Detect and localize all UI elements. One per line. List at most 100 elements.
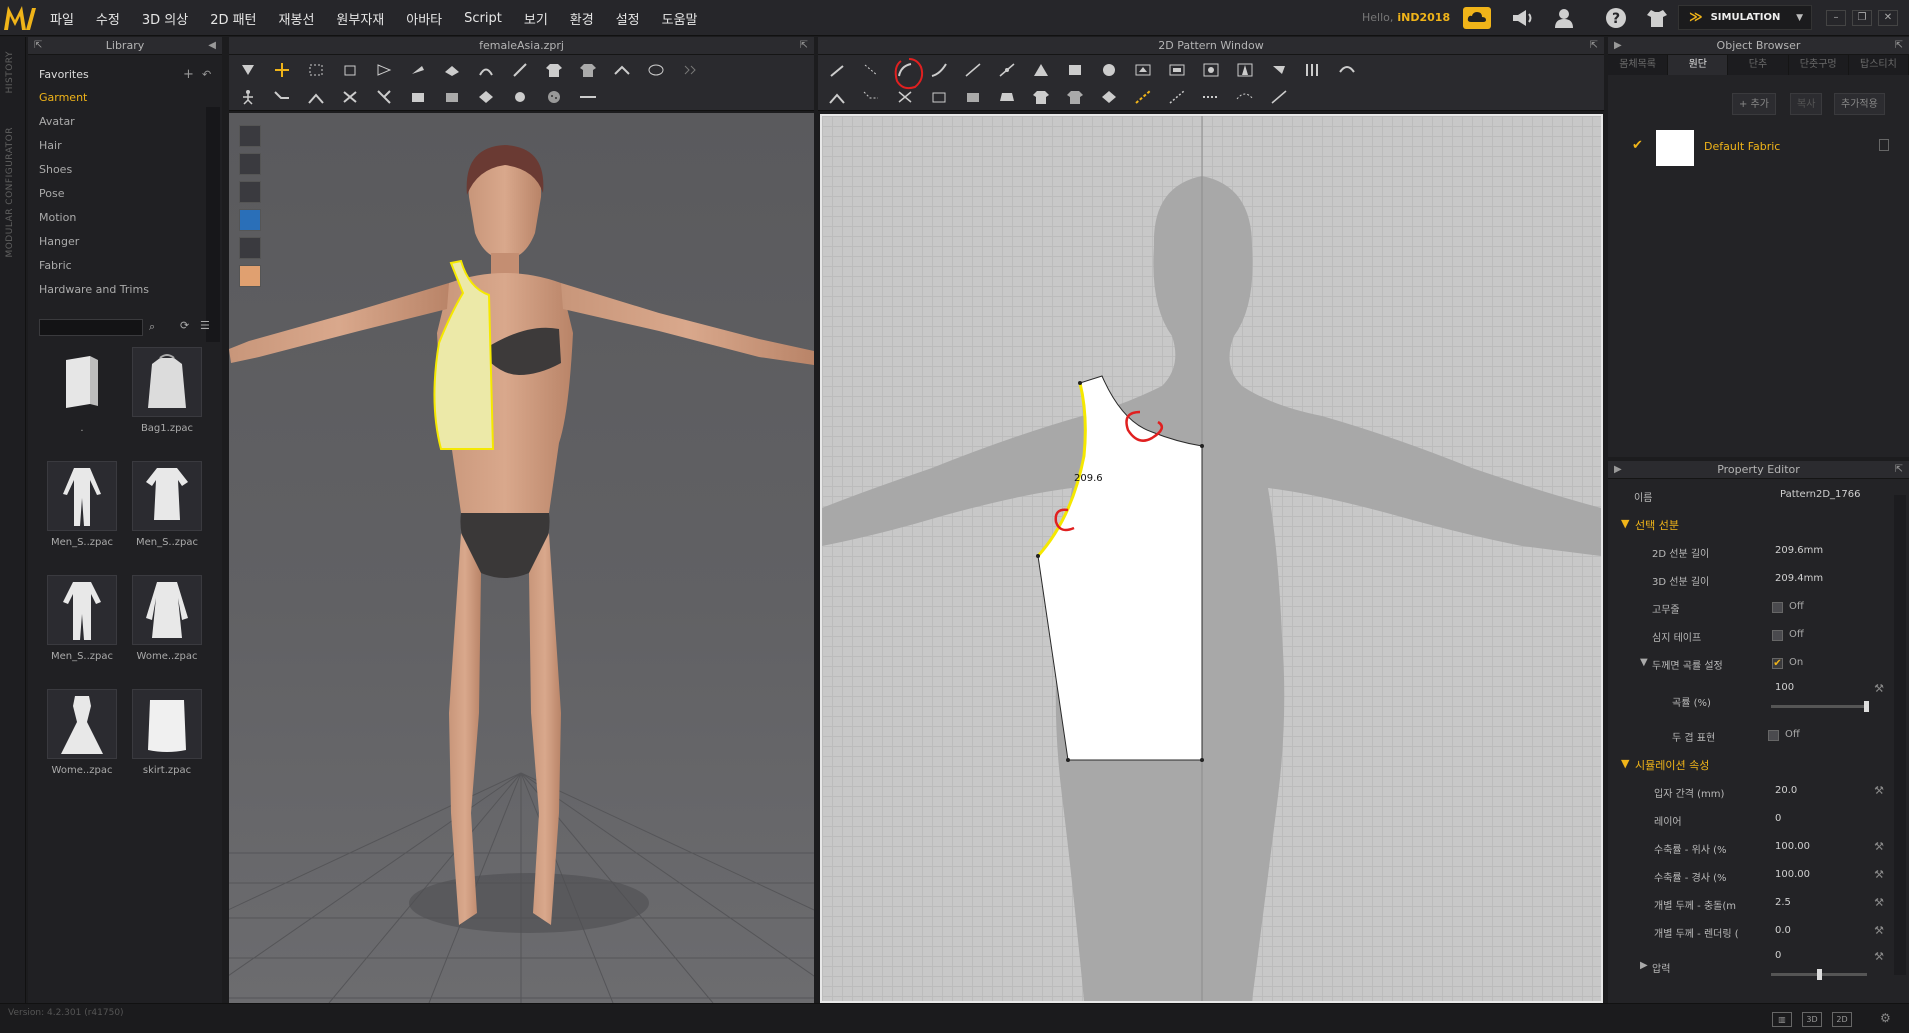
rectangle-icon[interactable] (1064, 61, 1086, 79)
split-view-icon[interactable]: ▥ (1772, 1012, 1792, 1027)
simulation-mode-dropdown[interactable]: ≫ SIMULATION ▼ (1678, 5, 1812, 30)
grading-icon[interactable] (1030, 88, 1052, 106)
curve-checkbox[interactable]: ✔ (1772, 658, 1783, 669)
collapse-arrow-icon[interactable]: ◀ (208, 37, 216, 55)
prop-2d-length-value[interactable]: 209.6mm (1775, 545, 1823, 556)
menu-settings[interactable]: 설정 (616, 9, 640, 28)
menu-help[interactable]: 도움말 (662, 9, 698, 28)
curvature-slider-knob[interactable] (1864, 701, 1869, 712)
prop-pressure-value[interactable]: 0 (1775, 950, 1781, 961)
pattern-point[interactable] (1078, 381, 1082, 385)
zipper-icon[interactable] (577, 88, 599, 106)
library-thumbnail[interactable]: skirt.zpac (125, 689, 209, 776)
wrench-icon[interactable]: ⚒ (1874, 896, 1884, 909)
fabric-info-icon[interactable] (1879, 139, 1889, 151)
section-simulation[interactable]: ▼ 시뮬레이션 속성 (1608, 752, 1892, 775)
avatar-view-icon[interactable] (239, 181, 261, 203)
add-fabric-button[interactable]: + 추가 (1732, 93, 1776, 115)
internal-rectangle-icon[interactable] (1166, 61, 1188, 79)
detach-icon[interactable]: ⇱ (1895, 37, 1903, 55)
menu-3d-garment[interactable]: 3D 의상 (142, 9, 188, 28)
library-thumbnail[interactable]: Men_S..zpac (40, 461, 124, 548)
menu-materials[interactable]: 원부자재 (336, 9, 384, 28)
search-icon[interactable]: ⌕ (149, 320, 155, 334)
library-item-pose[interactable]: Pose (28, 182, 222, 206)
tack-icon[interactable] (407, 88, 429, 106)
double-checkbox[interactable] (1768, 730, 1779, 741)
2d-pattern-canvas[interactable]: 209.6 (820, 114, 1603, 1003)
prop-shrink-weft-value[interactable]: 100.00 (1775, 841, 1810, 852)
collapse-arrow-icon[interactable]: ▶ (1614, 37, 1622, 55)
minimize-button[interactable]: – (1826, 10, 1846, 26)
library-item-shoes[interactable]: Shoes (28, 158, 222, 182)
pattern-point[interactable] (1066, 758, 1070, 762)
avatar-pose-icon[interactable] (237, 88, 259, 106)
pressure-slider[interactable] (1771, 969, 1867, 980)
detach-icon[interactable]: ⇱ (34, 37, 42, 55)
fold-arrange-icon[interactable] (475, 61, 497, 79)
seam-allowance-icon[interactable] (826, 88, 848, 106)
library-thumbnail[interactable]: Wome..zpac (125, 575, 209, 662)
prop-shrink-warp-value[interactable]: 100.00 (1775, 869, 1810, 880)
elastic-checkbox[interactable] (1772, 602, 1783, 613)
fabric-texture-icon[interactable] (475, 88, 497, 106)
property-editor-scrollbar[interactable] (1894, 495, 1906, 975)
wrench-icon[interactable]: ⚒ (1874, 840, 1884, 853)
library-item-hanger[interactable]: Hanger (28, 230, 222, 254)
pattern-point[interactable] (1200, 444, 1204, 448)
prop-thick-render-value[interactable]: 0.0 (1775, 925, 1791, 936)
internal-circle-icon[interactable] (1200, 61, 1222, 79)
menu-script[interactable]: Script (464, 11, 502, 26)
fold-line-icon[interactable] (1132, 88, 1154, 106)
circle-icon[interactable] (1098, 61, 1120, 79)
expand-arrow-icon[interactable]: ▶ (1640, 960, 1648, 971)
dart-icon[interactable] (1234, 61, 1256, 79)
library-thumbnail[interactable]: . (40, 347, 124, 434)
wrench-icon[interactable]: ⚒ (1874, 868, 1884, 881)
select-mesh-icon[interactable] (373, 61, 395, 79)
tape-checkbox[interactable] (1772, 630, 1783, 641)
menu-sewing[interactable]: 재봉선 (279, 9, 315, 28)
prop-name-value[interactable]: Pattern2D_1766 (1780, 489, 1861, 500)
library-thumbnail[interactable]: Men_S..zpac (40, 575, 124, 662)
tab-buttonholes[interactable]: 단춧구멍 (1789, 55, 1849, 75)
tack-on-avatar-icon[interactable] (441, 88, 463, 106)
library-thumbnail[interactable]: Bag1.zpac (125, 347, 209, 434)
collapse-arrow-icon[interactable]: ▶ (1614, 461, 1622, 479)
select-rect-icon[interactable] (305, 61, 327, 79)
restore-button[interactable]: ❐ (1852, 10, 1872, 26)
user-icon[interactable] (1552, 7, 1576, 29)
simulate-icon[interactable] (237, 61, 259, 79)
menu-2d-pattern[interactable]: 2D 패턴 (210, 9, 256, 28)
history-tab[interactable]: HISTORY (5, 51, 15, 93)
edit-topstitch-icon[interactable] (1268, 88, 1290, 106)
tacking-icon[interactable] (996, 88, 1018, 106)
detach-icon[interactable]: ⇱ (1895, 461, 1903, 479)
shirt-view-icon[interactable] (239, 153, 261, 175)
user-name[interactable]: iND2018 (1397, 11, 1450, 24)
refresh-icon[interactable]: ⟳ (180, 319, 189, 332)
add-point-icon[interactable] (996, 61, 1018, 79)
section-selected-line[interactable]: ▼ 선택 선분 (1608, 512, 1892, 535)
pin-icon[interactable] (407, 61, 429, 79)
menu-environment[interactable]: 환경 (570, 9, 594, 28)
wrench-icon[interactable]: ⚒ (1874, 784, 1884, 797)
help-icon[interactable]: ? (1604, 7, 1628, 29)
skin-view-icon[interactable] (239, 265, 261, 287)
free-sewing-icon[interactable] (928, 88, 950, 106)
internal-polygon-icon[interactable] (1132, 61, 1154, 79)
prop-thick-collision-value[interactable]: 2.5 (1775, 897, 1791, 908)
close-button[interactable]: ✕ (1878, 10, 1898, 26)
wrench-icon[interactable]: ⚒ (1874, 950, 1884, 963)
menu-avatar[interactable]: 아바타 (406, 9, 442, 28)
transform-icon[interactable] (339, 61, 361, 79)
wrench-icon[interactable]: ⚒ (1874, 924, 1884, 937)
copy-fabric-button[interactable]: 복사 (1790, 93, 1823, 115)
more-tools-icon[interactable] (679, 61, 701, 79)
curve-point-icon[interactable] (928, 61, 950, 79)
3d-view-mode-button[interactable]: 3D (1802, 1012, 1822, 1027)
detach-icon[interactable]: ⇱ (800, 37, 808, 55)
pleats-icon[interactable] (1302, 61, 1324, 79)
segment-line-icon[interactable] (962, 61, 984, 79)
apply-fabric-button[interactable]: 추가적용 (1834, 93, 1885, 115)
